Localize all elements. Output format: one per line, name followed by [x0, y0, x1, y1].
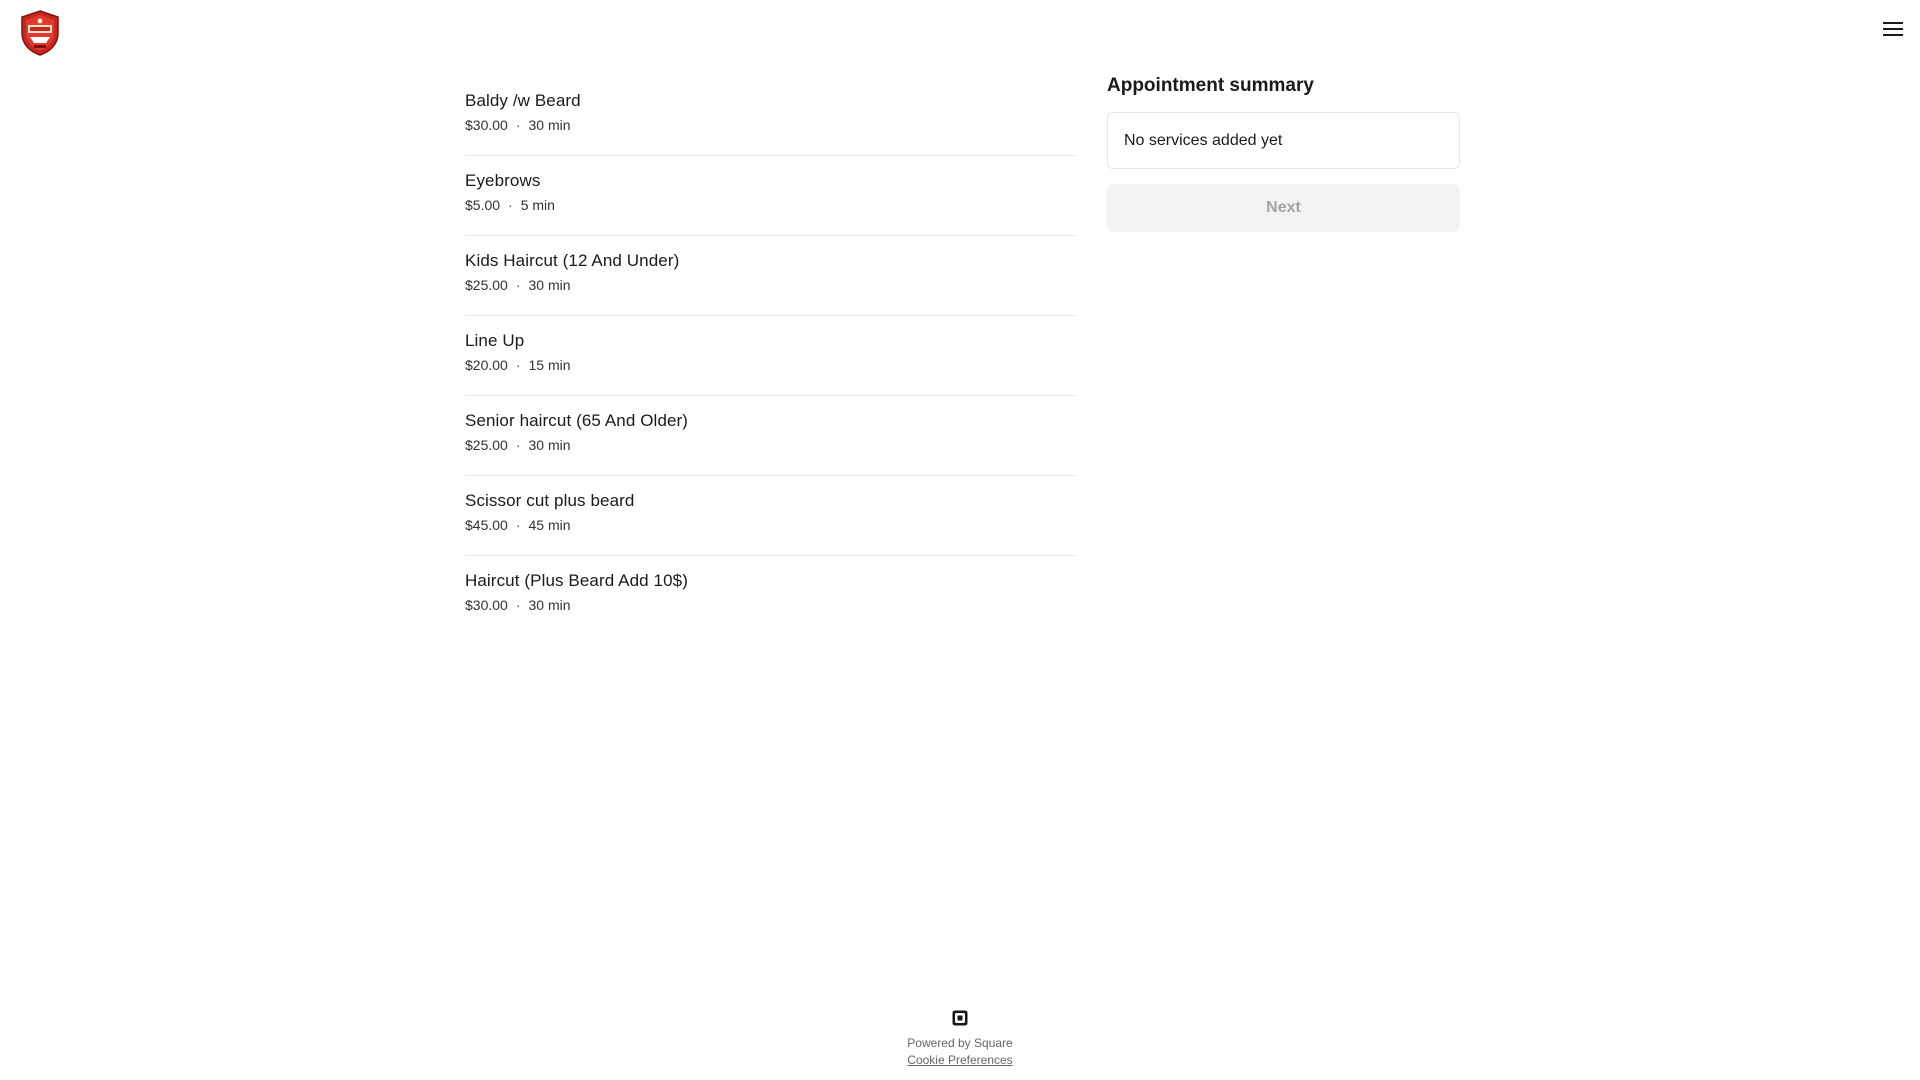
service-duration: 30 min — [528, 437, 571, 453]
service-name: Haircut (Plus Beard Add 10$) — [465, 571, 688, 590]
next-button[interactable]: Next — [1107, 184, 1460, 232]
summary-title: Appointment summary — [1107, 75, 1314, 96]
service-price: $30.00 — [465, 597, 508, 613]
hamburger-menu-button[interactable] — [1880, 16, 1906, 42]
square-logo-wrapper — [0, 1010, 1920, 1035]
booking-page: Baldy /w Beard $30.00 · 30 min Eyebrows $5… — [0, 0, 1920, 1080]
hamburger-menu-icon — [1883, 22, 1903, 36]
service-name: Eyebrows — [465, 171, 541, 190]
summary-empty-text: No services added yet — [1124, 131, 1283, 149]
meta-separator: · — [515, 597, 521, 613]
square-logo-icon — [952, 1010, 968, 1026]
service-name: Senior haircut (65 And Older) — [465, 411, 689, 430]
barbershop-crest-logo[interactable] — [16, 9, 64, 57]
service-item[interactable]: Baldy /w Beard $30.00 · 30 min — [465, 76, 1077, 156]
service-meta: $25.00 · 30 min — [465, 276, 1077, 294]
footer: Powered by Square Cookie Preferences — [0, 1010, 1920, 1069]
service-item[interactable]: Line Up $20.00 · 15 min — [465, 316, 1077, 396]
powered-by-text: Powered by Square — [907, 1036, 1013, 1050]
service-name: Baldy /w Beard — [465, 91, 581, 110]
service-price: $30.00 — [465, 117, 508, 133]
service-duration: 45 min — [528, 517, 571, 533]
service-name: Kids Haircut (12 And Under) — [465, 251, 680, 270]
service-price: $25.00 — [465, 277, 508, 293]
meta-separator: · — [508, 197, 513, 213]
meta-separator: · — [515, 117, 521, 133]
service-meta: $30.00 · 30 min — [465, 596, 1077, 614]
service-meta: $45.00 · 45 min — [465, 516, 1077, 534]
service-name: Scissor cut plus beard — [465, 491, 635, 510]
service-list: Baldy /w Beard $30.00 · 30 min Eyebrows $5… — [465, 76, 1077, 636]
appointment-summary: Appointment summary No services added ye… — [1107, 74, 1460, 232]
service-price: $45.00 — [465, 517, 508, 533]
cookie-preferences-link[interactable]: Cookie Preferences — [907, 1053, 1012, 1067]
meta-separator: · — [515, 357, 521, 373]
service-item[interactable]: Kids Haircut (12 And Under) $25.00 · 30 mi… — [465, 236, 1077, 316]
service-item[interactable]: Scissor cut plus beard $45.00 · 45 min — [465, 476, 1077, 556]
service-duration: 15 min — [528, 357, 571, 373]
service-meta: $25.00 · 30 min — [465, 436, 1077, 454]
meta-separator: · — [515, 437, 521, 453]
service-duration: 30 min — [528, 597, 571, 613]
service-duration: 30 min — [528, 117, 571, 133]
crest-logo-icon — [21, 10, 59, 56]
meta-separator: · — [515, 517, 521, 533]
service-item[interactable]: Eyebrows $5.00 · 5 min — [465, 156, 1077, 236]
service-price: $20.00 — [465, 357, 508, 373]
service-item[interactable]: Haircut (Plus Beard Add 10$) $30.00 · 30 m… — [465, 556, 1077, 636]
service-duration: 5 min — [520, 197, 555, 213]
service-name: Line Up — [465, 331, 525, 350]
meta-separator: · — [515, 277, 521, 293]
service-price: $25.00 — [465, 437, 508, 453]
service-price: $5.00 — [465, 197, 501, 213]
summary-empty-box: No services added yet — [1107, 112, 1460, 169]
service-duration: 30 min — [528, 277, 571, 293]
service-meta: $30.00 · 30 min — [465, 116, 1077, 134]
service-meta: $5.00 · 5 min — [465, 196, 1077, 214]
service-item[interactable]: Senior haircut (65 And Older) $25.00 · 30 … — [465, 396, 1077, 476]
service-meta: $20.00 · 15 min — [465, 356, 1077, 374]
